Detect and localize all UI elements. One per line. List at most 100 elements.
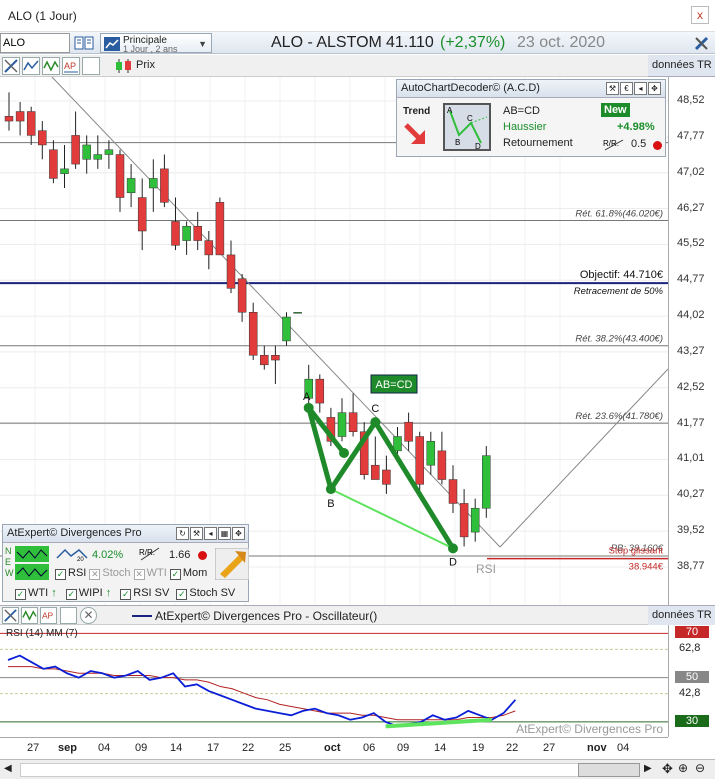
wti-checkbox[interactable]: ✕ [133,569,145,580]
period-selector[interactable]: Principale 1 Jour , 2 ans ▼ [100,33,212,54]
window-tool-icon[interactable] [82,57,100,75]
svg-text:AP: AP [64,61,76,71]
up-arrow-icon: ↑ [51,587,57,599]
oscillator-title: AtExpert© Divergences Pro - Oscillateur(… [155,609,378,623]
level-label-382: Rét. 38.2%(43.400€) [575,334,663,345]
divergences-days: 20 [77,557,84,562]
status-dot-icon [653,141,662,150]
chart-window: ALO (1 Jour) x Principale 1 Jour , 2 ans… [0,0,715,779]
stoch-checkbox[interactable]: ✕ [89,569,101,580]
acd-pattern-name: AB=CD [503,105,540,117]
divergences-header[interactable]: AtExpert© Divergences Pro ↻ ⚒ ◂ ▦ ✥ [3,525,248,543]
mom-checkbox[interactable]: ✓ [169,569,181,580]
book-icon[interactable] [74,35,94,51]
analysis-tool-icon[interactable]: AP [40,607,57,624]
level-label-236: Rét. 23.6%(41.780€) [575,411,663,422]
risk-reward-icon: R/R. [603,139,624,151]
oscillator-axis: 70 62,8 50 42,8 30 [668,625,715,737]
crosshair-tool-icon[interactable] [2,607,19,624]
candle-up [482,455,491,509]
rsisv-checkbox[interactable]: ✓ [120,589,132,600]
close-button[interactable]: x [691,6,709,24]
back-icon[interactable]: ◂ [204,527,217,540]
window-tool-icon[interactable] [60,607,77,624]
refresh-icon[interactable]: ↻ [176,527,189,540]
candle-down [371,464,380,480]
side-label-n: N [5,546,12,556]
date-tick-label: 27 [543,742,556,754]
candle-type-icon[interactable] [114,58,134,74]
trumpet-icon[interactable] [215,548,249,580]
candle-down [448,479,458,504]
tools-icon[interactable]: ⚒ [190,527,203,540]
crosshair-tool-icon[interactable] [2,57,20,75]
horizontal-scrollbar[interactable]: ◀ ▶ ✥ ⊕ ⊖ [0,759,715,779]
candle-up [82,144,91,160]
wave-tool-icon[interactable] [42,57,60,75]
wti2-checkbox[interactable]: ✓ [15,589,26,600]
scroll-track[interactable] [20,763,640,777]
side-label-e: E [5,557,12,567]
date-tick-label: sep [58,742,77,754]
move-icon[interactable]: ✥ [662,761,673,777]
date-tick-label: 22 [242,742,255,754]
candle-up [393,436,402,452]
candle-up [337,412,347,437]
candle-down [248,312,258,356]
candle-down [160,168,169,203]
price-tick-label: 43,27 [677,344,705,357]
abcd-pattern-thumbnail[interactable]: A B C D [443,103,491,151]
donnees-tr-label[interactable]: données TR [648,55,715,77]
candle-up [60,168,69,174]
divergences-panel[interactable]: AtExpert© Divergences Pro ↻ ⚒ ◂ ▦ ✥ N E W 20… [2,524,249,602]
acd-panel[interactable]: AutoChartDecoder© (A.C.D) ⚒ € ◂ ✥ Trend A B… [396,79,666,157]
donnees-tr-label-2[interactable]: données TR [648,605,715,625]
date-tick-label: 09 [135,742,148,754]
analysis-tool-icon[interactable]: AP [62,57,80,75]
stochsv-label: Stoch SV [189,587,236,599]
rsi-oscillator-chart[interactable]: RSI (14) MM (7) AtExpert© Divergences Pro [0,625,715,737]
divergences-rr: 1.66 [169,549,191,561]
scroll-thumb[interactable] [578,763,640,777]
wave-tool-icon[interactable] [21,607,38,624]
rsi-divergence-line [385,717,492,729]
rsisv-label: RSI SV [133,587,170,599]
date-tick-label: 06 [363,742,376,754]
acd-rr-label: R/R. [603,139,619,148]
candle-down [271,355,280,361]
rsi-tick-label: 50 [675,670,709,683]
date-tick-label: 14 [434,742,447,754]
move-icon[interactable]: ✥ [232,527,245,540]
trend-down-arrow-icon [404,123,425,144]
scroll-right-icon[interactable]: ▶ [644,763,652,774]
scroll-left-icon[interactable]: ◀ [4,763,12,774]
candle-down [348,412,358,432]
euro-icon[interactable]: € [620,82,633,95]
acd-direction: Haussier [503,121,547,133]
zoom-out-icon[interactable]: ⊖ [695,761,705,775]
cb-row-2: ✓ WTI ↑ ✓ WIPI ↑ ✓ RSI SV ✓ Stoch SV [15,587,235,600]
acd-header[interactable]: AutoChartDecoder© (A.C.D) ⚒ € ◂ ✥ [397,80,665,98]
price-axis: 48,52 47,77 47,02 46,27 45,52 44,77 44,02 43,27… [668,77,715,605]
grid-icon[interactable]: ▦ [218,527,231,540]
tools-icon[interactable] [693,34,711,52]
ticker-input[interactable] [0,33,70,53]
indicator-tool-icon[interactable] [22,57,40,75]
stochsv-checkbox[interactable]: ✓ [176,589,188,600]
rsi-checkbox[interactable]: ✓ [55,569,66,580]
zoom-in-icon[interactable]: ⊕ [678,761,688,775]
rsi-tick-label: 42,8 [679,686,701,699]
rsi-tick-label: 70 [675,626,709,639]
oscillator-toolbar: AP ✕ AtExpert© Divergences Pro - Oscilla… [0,605,648,625]
close-indicator-icon[interactable]: ✕ [80,607,97,624]
prix-label: Prix [136,59,155,71]
candle-down [260,355,269,366]
wipi-checkbox[interactable]: ✓ [65,589,77,600]
move-icon[interactable]: ✥ [648,82,661,95]
date-axis: 27 sep 04 09 14 17 22 25 oct 06 09 14 19 22 27 nov 04 [0,737,668,757]
price-tick-label: 47,02 [677,165,705,178]
candle-down [237,278,247,313]
tools-icon[interactable]: ⚒ [606,82,619,95]
back-icon[interactable]: ◂ [634,82,647,95]
oscillator-line-icon [132,615,152,617]
